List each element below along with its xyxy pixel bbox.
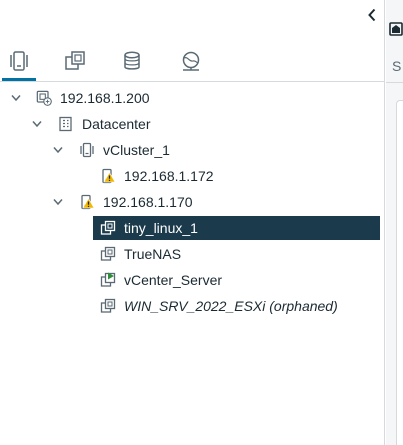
inventory-navigator-panel: 192.168.1.200 Datacenter vCluster_1 192.… [0, 0, 386, 445]
tab-hosts-clusters[interactable] [2, 44, 36, 81]
tab-storage[interactable] [115, 44, 149, 78]
tree-node-vm-orphaned[interactable]: WIN_SRV_2022_ESXi (orphaned) [100, 294, 338, 318]
app-icon [389, 22, 403, 36]
vsphere-client-window: 192.168.1.200 Datacenter vCluster_1 192.… [0, 0, 403, 445]
chevron-down-icon [53, 147, 63, 154]
expand-toggle[interactable] [52, 144, 64, 156]
tree-node-label: TrueNAS [124, 246, 182, 262]
inventory-tabs [0, 44, 384, 82]
hosts-clusters-icon [10, 51, 28, 71]
vms-templates-icon [65, 51, 85, 70]
tree-node-vcenter[interactable]: 192.168.1.200 [36, 86, 150, 110]
tab-networking[interactable] [174, 44, 208, 78]
vm-icon [100, 246, 116, 262]
collapse-panel-button[interactable] [362, 4, 382, 26]
networking-icon [182, 51, 200, 71]
chevron-down-icon [32, 121, 42, 128]
vm-icon [100, 298, 116, 314]
datacenter-icon [58, 116, 74, 132]
vm-running-icon [100, 272, 116, 288]
host-warning-icon [79, 194, 95, 210]
storage-icon [124, 51, 140, 70]
tab-vms-templates[interactable] [58, 44, 92, 78]
panel-divider[interactable] [384, 0, 385, 445]
chevron-down-icon [53, 199, 63, 206]
content-tabs-divider [386, 82, 403, 83]
chevron-left-icon [368, 8, 376, 22]
tree-node-host[interactable]: 192.168.1.170 [79, 190, 193, 214]
tree-node-vm[interactable]: TrueNAS [100, 242, 181, 266]
content-tab-partial[interactable]: S [392, 58, 401, 74]
tree-node-datacenter[interactable]: Datacenter [58, 112, 150, 136]
host-warning-icon [100, 168, 116, 184]
tree-node-label: vCluster_1 [103, 142, 170, 158]
expand-toggle[interactable] [10, 92, 22, 104]
expand-toggle[interactable] [52, 196, 64, 208]
tree-node-label: Datacenter [82, 116, 151, 132]
tree-node-label: tiny_linux_1 [124, 220, 198, 236]
tree-node-label: 192.168.1.200 [60, 90, 150, 106]
tree-node-vm[interactable]: tiny_linux_1 [93, 216, 380, 240]
chevron-down-icon [11, 95, 21, 102]
vm-icon [100, 220, 116, 236]
expand-toggle[interactable] [31, 118, 43, 130]
content-card [396, 100, 403, 445]
cluster-icon [79, 142, 95, 158]
tree-node-label: WIN_SRV_2022_ESXi (orphaned) [124, 298, 338, 314]
vcenter-icon [36, 90, 52, 106]
tree-node-label: vCenter_Server [124, 272, 223, 288]
tree-node-cluster-host[interactable]: 192.168.1.172 [100, 164, 214, 188]
tree-node-vm[interactable]: vCenter_Server [100, 268, 222, 292]
content-panel-edge: S [386, 0, 403, 445]
tree-node-label: 192.168.1.172 [124, 168, 214, 184]
tree-node-cluster[interactable]: vCluster_1 [79, 138, 170, 162]
tree-node-label: 192.168.1.170 [103, 194, 193, 210]
